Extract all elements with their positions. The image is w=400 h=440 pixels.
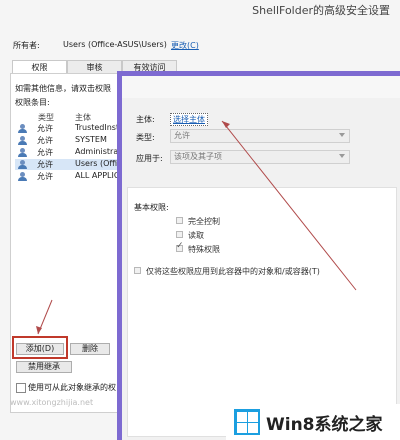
- basic-permissions-label: 基本权限:: [134, 203, 169, 212]
- chevron-down-icon: [339, 133, 345, 137]
- type-label: 类型:: [136, 133, 155, 142]
- change-owner-link[interactable]: 更改(C): [171, 40, 199, 51]
- full-control-label: 完全控制: [188, 217, 220, 226]
- windows-logo-icon: [234, 409, 260, 435]
- principal-label: 主体:: [136, 115, 155, 124]
- special-permissions-label: 特殊权限: [188, 245, 220, 254]
- row-principal: ALL APPLIC: [75, 171, 120, 180]
- apply-only-to-container-checkbox[interactable]: [134, 267, 141, 274]
- full-control-checkbox[interactable]: [176, 217, 183, 224]
- row-type: 允许: [37, 124, 53, 133]
- user-group-icon: [18, 172, 27, 181]
- permission-entry-title-bar: [122, 76, 400, 98]
- table-row[interactable]: 允许 SYSTEM: [15, 135, 121, 146]
- row-type: 允许: [37, 172, 53, 181]
- basic-permissions-panel: [127, 187, 397, 437]
- chevron-down-icon: [339, 154, 345, 158]
- applies-to-select[interactable]: 该项及其子项: [170, 150, 350, 164]
- checkmark-icon: ✓: [176, 241, 184, 251]
- permission-entries-label: 权限条目:: [15, 98, 50, 107]
- table-row[interactable]: 允许 ALL APPLIC: [15, 171, 121, 182]
- applies-to-label: 应用于:: [136, 154, 163, 163]
- type-select[interactable]: 允许: [170, 129, 350, 143]
- table-row[interactable]: 允许 Users (Offic: [15, 159, 122, 170]
- read-checkbox[interactable]: [176, 231, 183, 238]
- row-principal: Administrat: [75, 147, 122, 156]
- add-button[interactable]: 添加(D): [16, 343, 64, 355]
- column-header-principal[interactable]: 主体: [75, 112, 91, 123]
- site-logo-text: Win8系统之家: [266, 415, 383, 435]
- delete-button[interactable]: 删除: [70, 343, 110, 355]
- table-row[interactable]: 允许 TrustedInst: [15, 123, 121, 134]
- applies-to-select-value: 该项及其子项: [174, 152, 222, 161]
- window-title: ShellFolder的高级安全设置: [252, 4, 390, 17]
- row-type: 允许: [37, 148, 53, 157]
- owner-value: Users (Office-ASUS\Users): [63, 40, 167, 49]
- replace-child-permissions-checkbox[interactable]: [16, 383, 26, 393]
- info-text: 如需其他信息，请双击权限: [15, 84, 111, 93]
- row-principal: TrustedInst: [75, 123, 120, 132]
- user-group-icon: [18, 124, 27, 133]
- row-principal: SYSTEM: [75, 135, 107, 144]
- watermark-text: www.xitongzhijia.net: [10, 398, 94, 407]
- read-label: 读取: [188, 231, 204, 240]
- user-group-icon: [18, 148, 27, 157]
- row-type: 允许: [37, 160, 53, 169]
- user-group-icon: [18, 160, 27, 169]
- type-select-value: 允许: [174, 131, 190, 140]
- select-principal-link[interactable]: 选择主体: [170, 113, 208, 126]
- disable-inheritance-button[interactable]: 禁用继承: [16, 361, 72, 373]
- tab-permissions[interactable]: 权限: [12, 60, 67, 74]
- row-type: 允许: [37, 136, 53, 145]
- tab-auditing[interactable]: 审核: [67, 60, 122, 73]
- owner-label: 所有者:: [13, 41, 40, 50]
- user-group-icon: [18, 136, 27, 145]
- row-principal: Users (Offic: [75, 159, 122, 168]
- replace-child-permissions-label: 使用可从此对象继承的权: [28, 383, 116, 392]
- column-header-type[interactable]: 类型: [38, 112, 54, 123]
- apply-only-to-container-label: 仅将这些权限应用到此容器中的对象和/或容器(T): [146, 267, 320, 276]
- table-row[interactable]: 允许 Administrat: [15, 147, 121, 158]
